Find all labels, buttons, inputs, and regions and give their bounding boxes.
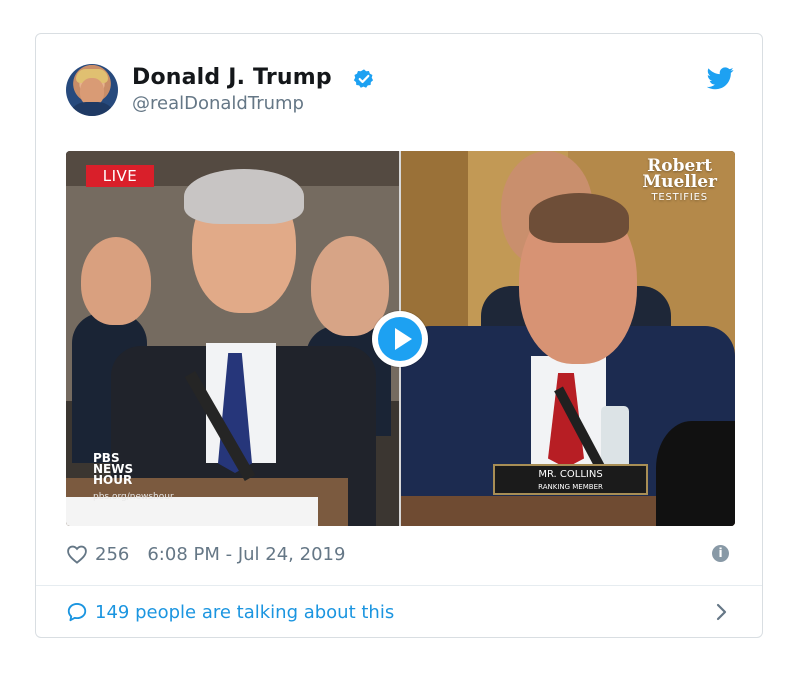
nameplate-title: RANKING MEMBER <box>538 483 603 491</box>
reply-bubble-icon <box>67 603 87 622</box>
collins-nameplate: MR. COLLINS RANKING MEMBER <box>493 464 648 495</box>
author-avatar[interactable] <box>66 64 118 116</box>
like-count[interactable]: 256 <box>95 544 129 565</box>
title-line-2: Mueller <box>642 172 717 192</box>
play-icon <box>395 328 412 350</box>
tweet-meta: 256 6:08 PM - Jul 24, 2019 <box>66 542 345 566</box>
play-button[interactable] <box>372 311 428 367</box>
tweet-timestamp[interactable]: 6:08 PM - Jul 24, 2019 <box>147 544 345 565</box>
verified-badge-icon <box>353 69 374 88</box>
author-handle[interactable]: @realDonaldTrump <box>132 93 304 114</box>
robert-mueller-testifies-title: Robert Mueller TESTIFIES <box>642 158 717 206</box>
pbs-line-3: HOUR <box>93 473 133 487</box>
video-thumbnail[interactable]: LIVE PBS NEWS HOUR pbs.org/newshour Robe… <box>66 151 735 526</box>
foreground-hair <box>656 421 735 526</box>
background-face-left <box>81 237 151 325</box>
twitter-bird-icon[interactable] <box>707 67 734 90</box>
author-name[interactable]: Donald J. Trump <box>132 65 332 90</box>
info-icon[interactable]: i <box>712 545 729 562</box>
avatar-suit <box>68 102 116 116</box>
embedded-tweet-card: Donald J. Trump @realDonaldTrump LIVE PB… <box>35 33 763 638</box>
play-circle <box>378 317 422 361</box>
nameplate-name: MR. COLLINS <box>538 469 603 480</box>
title-line-3: TESTIFIES <box>651 192 708 203</box>
pbs-url: pbs.org/newshour <box>93 492 174 502</box>
mueller-panel: LIVE PBS NEWS HOUR pbs.org/newshour <box>66 151 399 526</box>
footer-divider <box>36 585 762 586</box>
conversation-link[interactable]: 149 people are talking about this <box>66 599 394 625</box>
live-badge: LIVE <box>86 165 154 187</box>
chevron-right-icon[interactable] <box>714 601 730 623</box>
pbs-news-hour-logo: PBS NEWS HOUR <box>93 452 133 487</box>
collins-hair <box>529 193 629 243</box>
speaker-hair <box>184 169 304 224</box>
heart-icon[interactable] <box>66 544 88 564</box>
conversation-text: 149 people are talking about this <box>95 601 395 623</box>
